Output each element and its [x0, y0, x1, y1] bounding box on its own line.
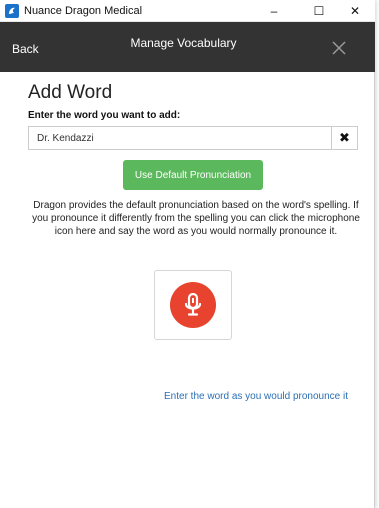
title-bar[interactable]: Nuance Dragon Medical – ☐ ✕	[0, 0, 375, 22]
microphone-icon	[170, 282, 216, 328]
microphone-button[interactable]	[154, 270, 232, 340]
word-input[interactable]	[29, 127, 331, 149]
header-title: Manage Vocabulary	[130, 36, 237, 50]
enter-pronunciation-link[interactable]: Enter the word as you would pronounce it	[164, 391, 348, 402]
header-bar: Back Manage Vocabulary	[0, 22, 375, 72]
window-close-button[interactable]: ✕	[339, 0, 371, 22]
maximize-button[interactable]: ☐	[303, 0, 335, 22]
clear-x-icon[interactable]: ✖	[331, 127, 357, 149]
word-input-group: ✖	[28, 126, 358, 150]
page-title: Add Word	[28, 82, 113, 103]
minimize-button[interactable]: –	[258, 0, 290, 22]
use-default-pronunciation-button[interactable]: Use Default Pronunciation	[123, 160, 263, 190]
close-icon[interactable]	[330, 39, 348, 57]
window-title: Nuance Dragon Medical	[24, 5, 143, 17]
dragon-app-icon	[5, 4, 19, 18]
app-window: Nuance Dragon Medical – ☐ ✕ Back Manage …	[0, 0, 375, 508]
word-field-label: Enter the word you want to add:	[28, 110, 181, 121]
pronunciation-description: Dragon provides the default pronunciatio…	[32, 200, 360, 237]
